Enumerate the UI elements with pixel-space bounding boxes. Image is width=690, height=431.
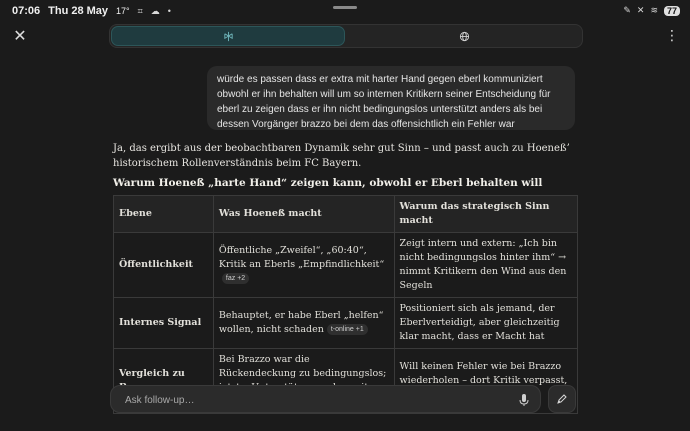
mode-toggle [109,24,583,48]
close-icon[interactable]: ✕ [12,28,28,44]
table-header-cell: Warum das strategisch Sinn macht [393,195,579,233]
dot-icon: • [167,6,171,16]
cell-text: Öffentliche „Zweifel“, „60:40“, Kritik a… [218,245,385,270]
status-time: 07:06 [12,5,41,17]
table-cell-warum: Zeigt intern und extern: „Ich bin nicht … [393,232,579,298]
voice-mode-button[interactable] [548,385,576,413]
table-cell-ebene: Öffentlichkeit [113,232,214,298]
answer-intro: Ja, das ergibt aus der beobachtbaren Dyn… [113,143,570,169]
citation-badge[interactable]: t-online +1 [326,324,368,335]
table-cell-was: Öffentliche „Zweifel“, „60:40“, Kritik a… [212,232,395,298]
table-header-cell: Ebene [113,195,214,233]
table-header-row: Ebene Was Hoeneß macht Warum das strateg… [113,195,579,233]
mute-icon: ✕ [636,5,645,15]
user-message: würde es passen dass er extra mit harter… [207,66,575,130]
globe-icon [459,31,469,41]
table-cell-was: Behauptet, er habe Eberl „helfen“ wollen… [212,297,395,349]
status-temperature: 17° [116,6,130,16]
perplexity-logo-icon [223,31,233,41]
citation-badge[interactable]: faz +2 [221,273,250,284]
drag-handle[interactable] [333,6,357,9]
table-header-cell: Was Hoeneß macht [212,195,395,233]
screenshot-icon: ⌗ [137,5,143,16]
status-bar: 07:06 Thu 28 May 17° ⌗ ☁ • ✎ ✕ ≋ 77 [0,0,690,22]
pen-icon: ✎ [623,5,631,15]
status-date: Thu 28 May [48,5,109,17]
follow-up-input[interactable] [123,392,507,408]
table-cell-ebene: Internes Signal [113,297,214,349]
tab-web[interactable] [348,26,580,46]
comparison-table: Ebene Was Hoeneß macht Warum das strateg… [113,195,579,414]
cloud-icon: ☁ [150,5,160,16]
table-row: Öffentlichkeit Öffentliche „Zweifel“, „6… [113,232,579,298]
microphone-icon[interactable] [518,393,530,407]
answer-heading: Warum Hoeneß „harte Hand“ zeigen kann, o… [113,177,543,189]
table-cell-warum: Positioniert sich als jemand, der Eberlv… [393,297,579,349]
tab-perplexity[interactable] [111,26,345,46]
wifi-icon: ≋ [650,5,658,15]
pen-nib-icon [557,394,567,404]
table-row: Internes Signal Behauptet, er habe Eberl… [113,297,579,349]
battery-indicator: 77 [663,5,680,16]
follow-up-bar [110,385,541,413]
more-vertical-icon[interactable]: ⋮ [664,28,680,44]
